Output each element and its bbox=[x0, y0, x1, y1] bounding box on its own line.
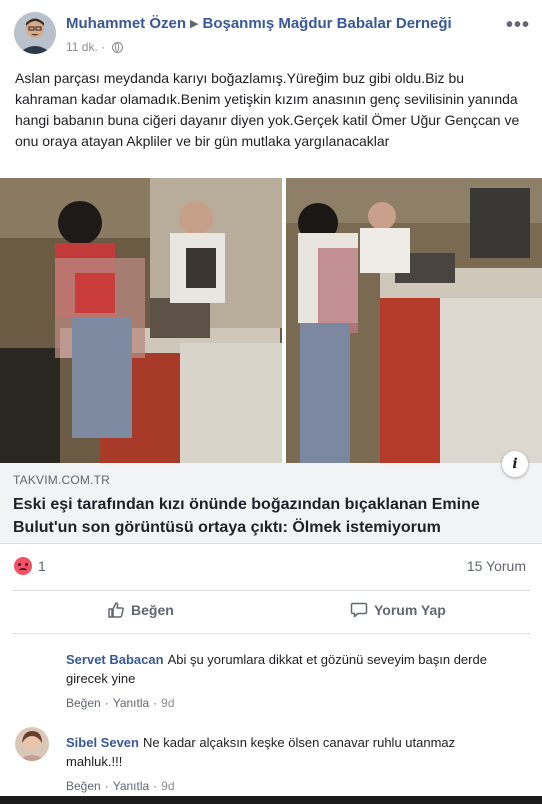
link-preview[interactable]: i TAKVIM.COM.TR Eski eşi tarafından kızı… bbox=[0, 451, 542, 544]
globe-icon bbox=[112, 42, 124, 53]
comment-reply-link[interactable]: Yanıtla bbox=[113, 779, 149, 793]
comment-time[interactable]: 9d bbox=[161, 779, 174, 793]
post-stats: 1 15 Yorum bbox=[0, 552, 542, 580]
like-button[interactable]: Beğen bbox=[107, 601, 174, 619]
post-meta: 11 dk. · bbox=[66, 40, 124, 54]
post-actions: Beğen Yorum Yap bbox=[12, 590, 530, 634]
angry-reaction-icon[interactable] bbox=[14, 557, 32, 575]
comment-count[interactable]: 15 Yorum bbox=[467, 558, 526, 574]
like-label: Beğen bbox=[131, 602, 174, 618]
author-line: Muhammet Özen ▶ Boşanmış Mağdur Babalar De… bbox=[66, 15, 452, 32]
bottom-edge bbox=[0, 796, 542, 804]
comment-time[interactable]: 9d bbox=[161, 696, 174, 710]
info-icon[interactable]: i bbox=[502, 451, 528, 477]
comment-actions: Beğen · Yanıtla · 9d bbox=[66, 779, 175, 793]
comment-body: Servet Babacan Abi şu yorumlara dikkat et… bbox=[66, 650, 506, 688]
comment-body: Sibel Seven Ne kadar alçaksın keşke ölsen… bbox=[66, 733, 506, 771]
group-name[interactable]: Boşanmış Mağdur Babalar Derneği bbox=[202, 15, 451, 32]
link-preview-image[interactable] bbox=[0, 178, 542, 463]
comment-like-link[interactable]: Beğen bbox=[66, 696, 101, 710]
commenter-avatar[interactable] bbox=[15, 727, 49, 761]
commenter-name[interactable]: Servet Babacan bbox=[66, 652, 164, 667]
commenter-name[interactable]: Sibel Seven bbox=[66, 735, 139, 750]
link-domain: TAKVIM.COM.TR bbox=[13, 473, 111, 487]
more-options-button[interactable]: ••• bbox=[506, 14, 530, 37]
reaction-count[interactable]: 1 bbox=[38, 558, 46, 574]
post-text: Aslan parçası meydanda karıyı boğazlamış… bbox=[15, 70, 520, 149]
post-header: Muhammet Özen ▶ Boşanmış Mağdur Babalar De… bbox=[0, 0, 542, 62]
link-title[interactable]: Eski eşi tarafından kızı önünde boğazınd… bbox=[13, 493, 523, 539]
comment-label: Yorum Yap bbox=[374, 602, 446, 618]
comment-button[interactable]: Yorum Yap bbox=[350, 601, 542, 619]
comment-reply-link[interactable]: Yanıtla bbox=[113, 696, 149, 710]
comment-like-link[interactable]: Beğen bbox=[66, 779, 101, 793]
author-name[interactable]: Muhammet Özen bbox=[66, 15, 186, 32]
author-avatar[interactable] bbox=[14, 12, 56, 54]
post-time[interactable]: 11 dk. bbox=[66, 40, 98, 54]
arrow-right-icon: ▶ bbox=[190, 18, 199, 30]
thumbs-up-icon bbox=[108, 602, 124, 618]
comment-actions: Beğen · Yanıtla · 9d bbox=[66, 696, 175, 710]
comment-icon bbox=[350, 602, 368, 618]
